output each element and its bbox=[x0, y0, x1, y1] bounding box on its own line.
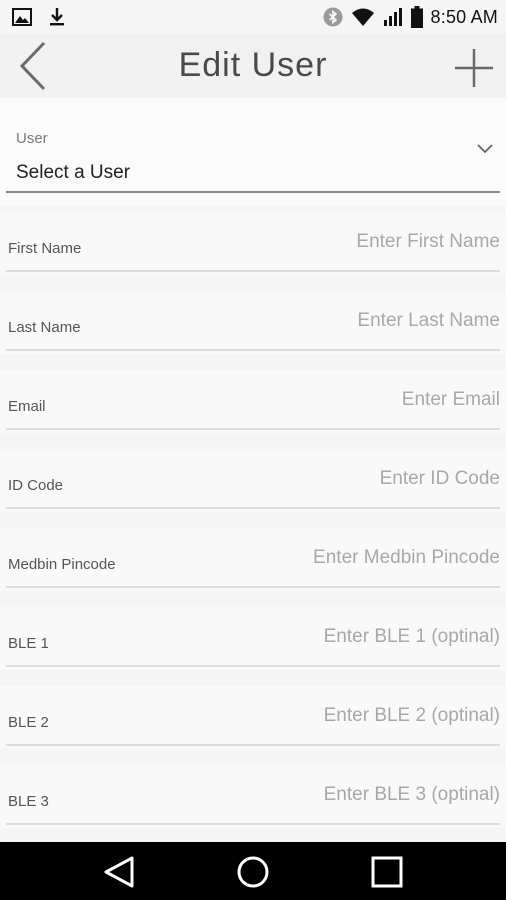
field-underline bbox=[6, 823, 500, 825]
field-underline bbox=[6, 270, 500, 272]
field-email: Email bbox=[0, 364, 506, 443]
wifi-icon bbox=[351, 8, 374, 26]
page-title: Edit User bbox=[178, 46, 328, 84]
back-triangle-icon[interactable] bbox=[101, 854, 137, 890]
field-medbin-pincode: Medbin Pincode bbox=[0, 522, 506, 601]
field-ble-3: BLE 3 bbox=[0, 759, 506, 838]
field-underline bbox=[6, 349, 500, 351]
ble-3-input[interactable] bbox=[200, 784, 500, 806]
ble-2-input[interactable] bbox=[200, 705, 500, 727]
field-id-code: ID Code bbox=[0, 443, 506, 522]
status-bar: 8:50 AM bbox=[0, 0, 506, 34]
plus-icon[interactable] bbox=[454, 48, 494, 88]
field-underline bbox=[6, 428, 500, 430]
download-icon bbox=[50, 8, 64, 26]
field-underline bbox=[6, 507, 500, 509]
recents-square-icon[interactable] bbox=[369, 854, 405, 890]
field-label: First Name bbox=[8, 240, 82, 257]
ble-1-input[interactable] bbox=[200, 626, 500, 648]
field-underline bbox=[6, 744, 500, 746]
battery-icon bbox=[410, 6, 423, 28]
field-label: BLE 2 bbox=[8, 714, 49, 731]
field-label: ID Code bbox=[8, 477, 64, 494]
first-name-input[interactable] bbox=[200, 231, 500, 253]
home-circle-icon[interactable] bbox=[235, 854, 271, 890]
medbin-pincode-input[interactable] bbox=[200, 547, 500, 569]
field-label: Medbin Pincode bbox=[8, 556, 116, 573]
field-last-name: Last Name bbox=[0, 285, 506, 364]
bluetooth-icon bbox=[323, 7, 343, 27]
field-label: Email bbox=[8, 398, 46, 415]
user-dropdown-label: User bbox=[16, 130, 48, 147]
status-time: 8:50 AM bbox=[430, 6, 498, 27]
email-input[interactable] bbox=[200, 389, 500, 411]
signal-icon bbox=[383, 8, 402, 26]
chevron-down-icon[interactable] bbox=[476, 142, 494, 156]
id-code-input[interactable] bbox=[200, 468, 500, 490]
user-dropdown-value[interactable]: Select a User bbox=[16, 162, 130, 184]
user-dropdown-underline bbox=[6, 191, 500, 193]
field-label: BLE 3 bbox=[8, 793, 49, 810]
field-ble-2: BLE 2 bbox=[0, 680, 506, 759]
field-underline bbox=[6, 665, 500, 667]
image-icon bbox=[12, 8, 32, 26]
user-dropdown[interactable]: User Select a User bbox=[0, 98, 506, 206]
field-ble-1: BLE 1 bbox=[0, 601, 506, 680]
user-form: First Name Last Name Email ID Code Medbi… bbox=[0, 206, 506, 838]
field-first-name: First Name bbox=[0, 206, 506, 285]
app-bar: Edit User bbox=[0, 34, 506, 98]
field-label: BLE 1 bbox=[8, 635, 49, 652]
last-name-input[interactable] bbox=[200, 310, 500, 332]
field-underline bbox=[6, 586, 500, 588]
system-nav-bar bbox=[0, 842, 506, 900]
field-label: Last Name bbox=[8, 319, 81, 336]
